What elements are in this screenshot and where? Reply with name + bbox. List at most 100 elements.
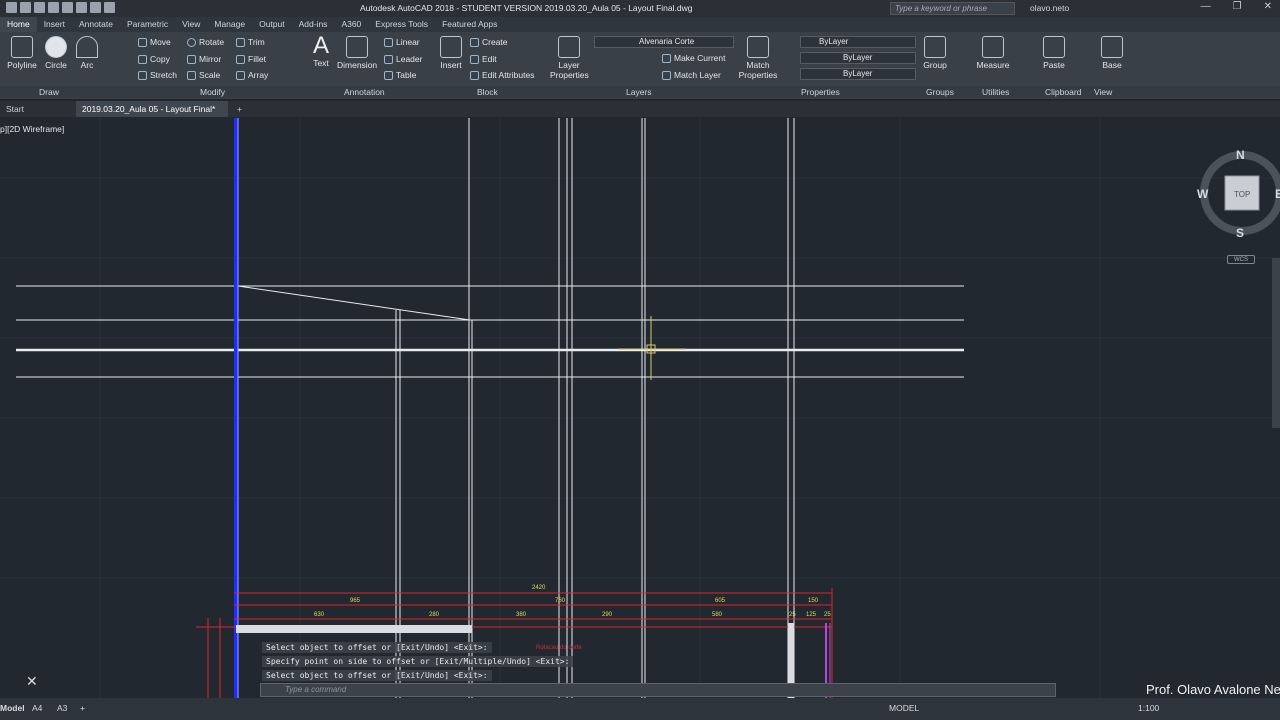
crosshair-cursor (618, 316, 686, 380)
tab-manage[interactable]: Manage (207, 17, 252, 32)
annotation-scale[interactable]: 1:100 (1138, 703, 1159, 713)
trim-button[interactable]: Trim (236, 37, 265, 47)
drawing-canvas[interactable]: 2420 965 760 605 150 630 280 380 290 580… (0, 118, 1280, 698)
viewport-label[interactable]: p][2D Wireframe] (0, 124, 64, 134)
viewcube-south[interactable]: S (1236, 226, 1244, 240)
panel-view[interactable]: View (1094, 87, 1112, 97)
group-button[interactable]: Group (922, 36, 948, 70)
plot-icon[interactable] (76, 2, 87, 13)
help-search-input[interactable]: Type a keyword or phrase (890, 2, 1015, 15)
panel-block[interactable]: Block (477, 87, 498, 97)
vertical-scrollbar[interactable] (1272, 258, 1280, 428)
panel-clipboard[interactable]: Clipboard (1045, 87, 1081, 97)
tab-parametric[interactable]: Parametric (120, 17, 175, 32)
save-icon[interactable] (48, 2, 59, 13)
maximize-icon[interactable]: ❐ (1233, 1, 1242, 12)
add-layout-icon[interactable]: + (80, 703, 85, 713)
match-layer-button[interactable]: Match Layer (662, 70, 721, 80)
match-properties-button[interactable]: Match Properties (738, 36, 778, 80)
panel-properties[interactable]: Properties (801, 87, 840, 97)
new-icon[interactable] (20, 2, 31, 13)
close-icon[interactable]: ✕ (1264, 1, 1272, 12)
mirror-button[interactable]: Mirror (187, 54, 221, 64)
table-icon (384, 70, 393, 80)
circle-button[interactable]: Circle (42, 36, 70, 70)
rotate-button[interactable]: Rotate (187, 37, 224, 47)
layout-tab-a4[interactable]: A4 (32, 703, 42, 713)
app-menu-icon[interactable] (6, 2, 17, 13)
layer-dropdown[interactable]: Alvenaria Corte (594, 36, 734, 48)
copy-button[interactable]: Copy (138, 54, 170, 64)
new-tab-icon[interactable]: + (231, 101, 248, 117)
quick-access-toolbar[interactable] (6, 2, 115, 13)
command-input[interactable]: Type a command (260, 683, 1056, 697)
panel-modify[interactable]: Modify (200, 87, 225, 97)
tab-addins[interactable]: Add-ins (292, 17, 335, 32)
paste-button[interactable]: Paste (1042, 36, 1066, 70)
panel-draw[interactable]: Draw (39, 87, 59, 97)
make-current-button[interactable]: Make Current (662, 53, 726, 63)
layout-tab-model[interactable]: Model (0, 703, 25, 713)
viewcube-north[interactable]: N (1236, 148, 1245, 162)
table-button[interactable]: Table (384, 70, 416, 80)
viewcube-west[interactable]: W (1197, 187, 1208, 201)
saveas-icon[interactable] (62, 2, 73, 13)
tab-featured-apps[interactable]: Featured Apps (435, 17, 504, 32)
minimize-icon[interactable]: — (1201, 1, 1211, 12)
model-space-button[interactable]: MODEL (889, 703, 919, 713)
undo-icon[interactable] (90, 2, 101, 13)
open-icon[interactable] (34, 2, 45, 13)
tab-a360[interactable]: A360 (334, 17, 368, 32)
section-note: Rotacao do corte (536, 645, 582, 651)
dim-row2-6: 125 (806, 612, 817, 618)
layer-properties-button[interactable]: Layer Properties (550, 36, 589, 80)
measure-button[interactable]: Measure (976, 36, 1010, 70)
create-block-button[interactable]: Create (470, 37, 508, 47)
file-tab-start[interactable]: Start (0, 101, 30, 117)
fillet-button[interactable]: Fillet (236, 54, 266, 64)
drawing-viewport[interactable]: 2420 965 760 605 150 630 280 380 290 580… (0, 118, 1280, 698)
panel-groups[interactable]: Groups (926, 87, 954, 97)
move-icon (138, 37, 147, 47)
color-dropdown[interactable]: ByLayer (800, 36, 916, 48)
lineweight-dropdown[interactable]: ByLayer (800, 68, 916, 80)
tab-output[interactable]: Output (252, 17, 292, 32)
wcs-menu[interactable]: WCS (1227, 255, 1255, 264)
user-account[interactable]: olavo.neto (1030, 3, 1069, 13)
polyline-button[interactable]: Polyline (6, 36, 38, 70)
insert-block-button[interactable]: Insert (438, 36, 464, 70)
panel-layers[interactable]: Layers (626, 87, 652, 97)
redo-icon[interactable] (104, 2, 115, 13)
array-button[interactable]: Array (236, 70, 268, 80)
dim-row1-0: 965 (350, 598, 361, 604)
tab-home[interactable]: Home (0, 17, 37, 32)
close-command-icon[interactable]: ✕ (26, 673, 38, 690)
stretch-button[interactable]: Stretch (138, 70, 177, 80)
panel-annotation[interactable]: Annotation (344, 87, 385, 97)
linear-dim-button[interactable]: Linear (384, 37, 420, 47)
tab-annotate[interactable]: Annotate (72, 17, 120, 32)
viewcube-top-label: TOP (1234, 190, 1250, 199)
linetype-dropdown[interactable]: ByLayer (800, 52, 916, 64)
text-button[interactable]: A Text (309, 34, 333, 69)
scale-button[interactable]: Scale (187, 70, 220, 80)
file-tab-current[interactable]: 2019.03.20_Aula 05 - Layout Final* (76, 101, 228, 117)
tab-insert[interactable]: Insert (37, 17, 72, 32)
leader-button[interactable]: Leader (384, 54, 422, 64)
tab-view[interactable]: View (175, 17, 207, 32)
mirror-icon (187, 54, 196, 64)
arc-button[interactable]: Arc (75, 36, 99, 70)
move-button[interactable]: Move (138, 37, 171, 47)
tab-express-tools[interactable]: Express Tools (368, 17, 435, 32)
edit-attributes-button[interactable]: Edit Attributes (470, 70, 534, 80)
panel-utilities[interactable]: Utilities (982, 87, 1009, 97)
app-title: Autodesk AutoCAD 2018 - STUDENT VERSION … (360, 3, 693, 13)
dimension-button[interactable]: Dimension (337, 36, 377, 70)
dim-row2-1: 280 (429, 612, 440, 618)
viewcube-east[interactable]: E (1275, 187, 1280, 201)
layout-tab-a3[interactable]: A3 (57, 703, 67, 713)
base-view-button[interactable]: Base (1100, 36, 1124, 70)
window-controls: — ❐ ✕ (1201, 1, 1272, 12)
trim-icon (236, 37, 245, 47)
edit-block-button[interactable]: Edit (470, 54, 497, 64)
